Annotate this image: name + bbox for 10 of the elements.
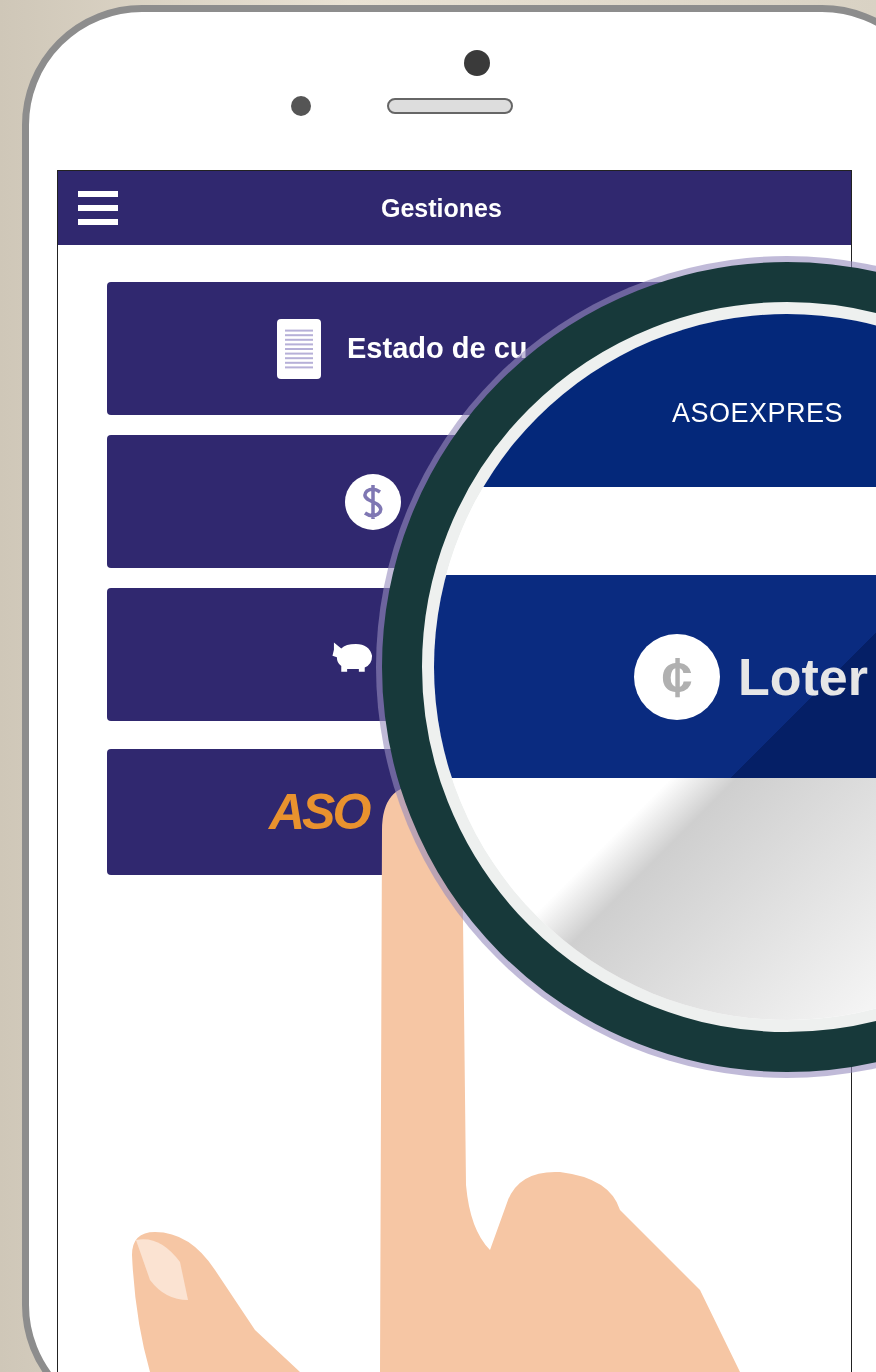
sensor-dot <box>291 96 311 116</box>
screen-title: Gestiones <box>381 193 502 223</box>
brand-logo: ASO <box>269 783 369 841</box>
dollar-coin-icon <box>345 473 401 530</box>
camera-dot <box>464 50 490 76</box>
document-icon <box>277 318 321 379</box>
magnified-menu-button[interactable]: ¢ Loter <box>434 575 876 778</box>
fingernail-drawing <box>136 1239 188 1300</box>
cent-coin-icon: ¢ <box>634 633 720 720</box>
menu-icon[interactable] <box>78 191 118 225</box>
